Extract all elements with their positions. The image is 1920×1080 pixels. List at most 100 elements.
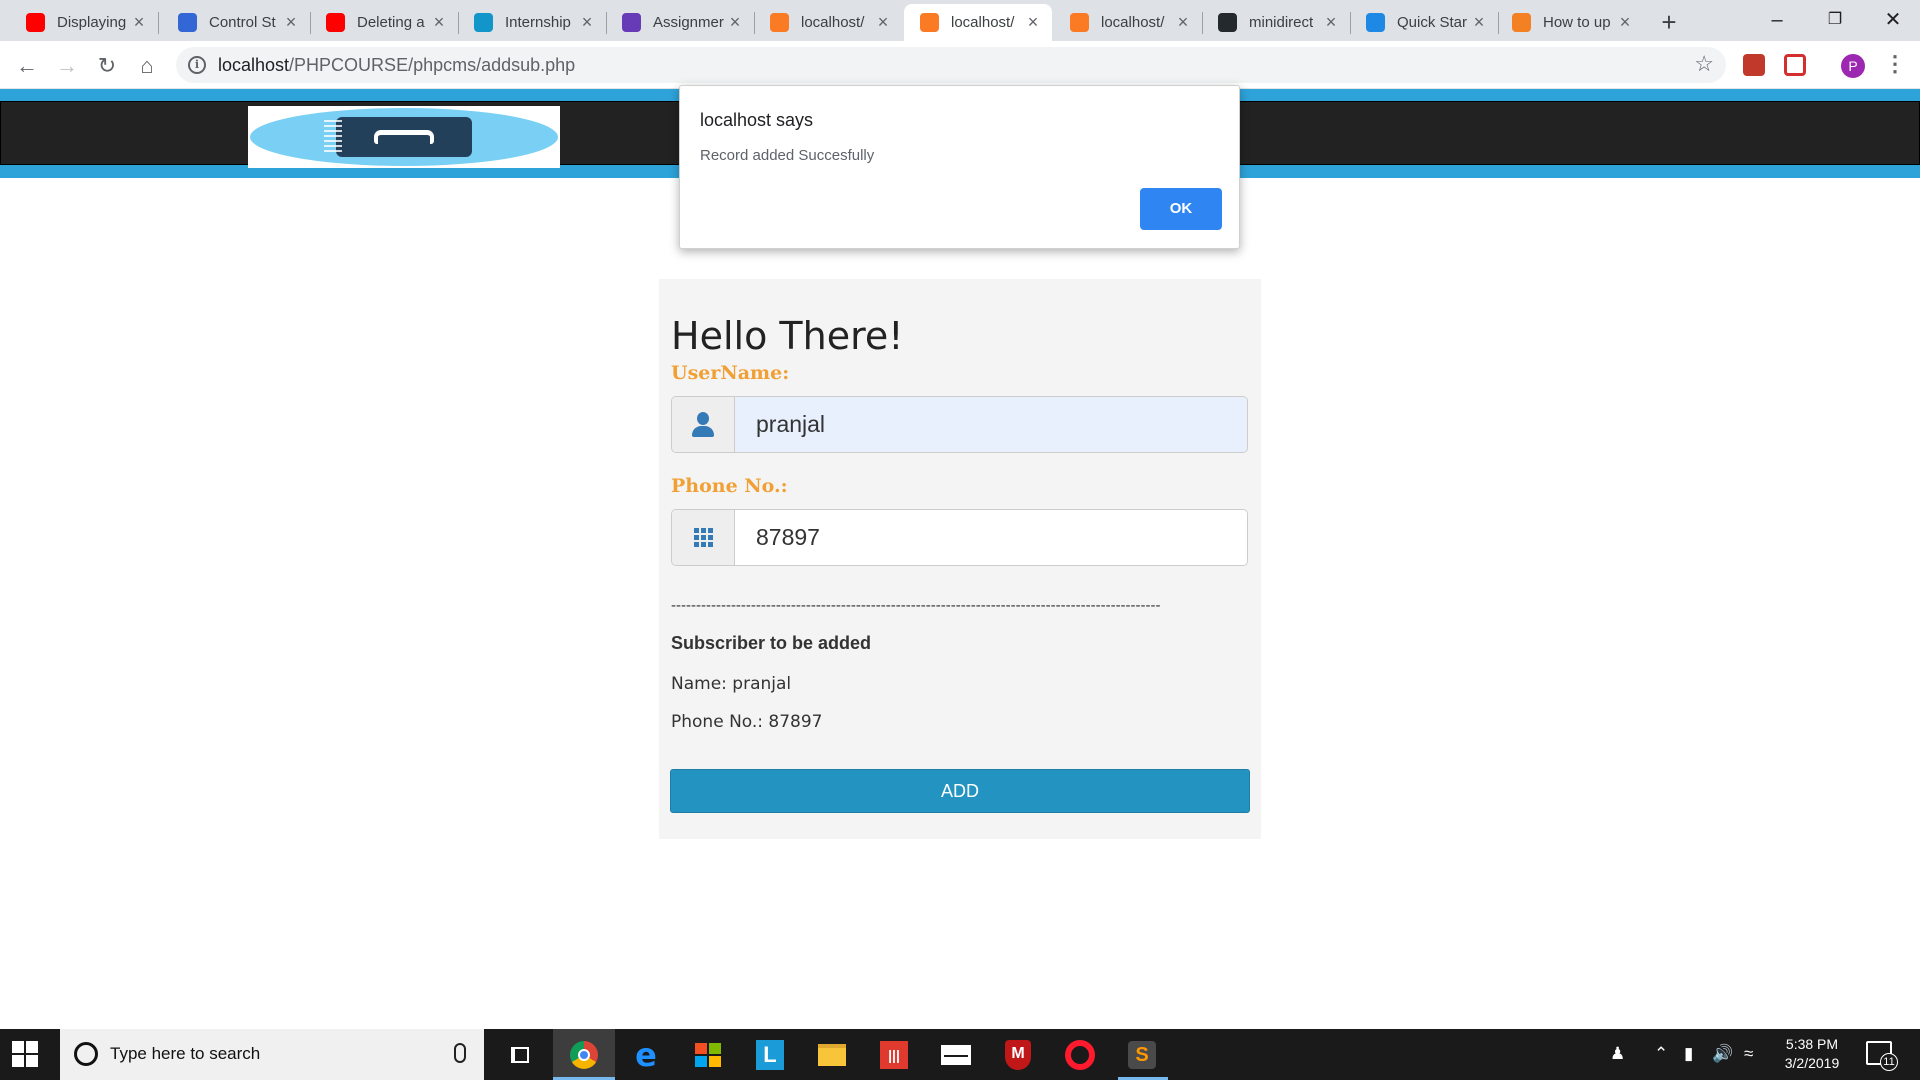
tab-close-icon[interactable]: × (1322, 12, 1340, 33)
action-center-icon[interactable]: 11 (1866, 1041, 1898, 1071)
notification-count-badge: 11 (1880, 1053, 1898, 1071)
volume-icon[interactable]: 🔊 (1712, 1044, 1733, 1064)
tab-title: Internship (505, 14, 571, 31)
browser-tab[interactable]: localhost/ × (754, 4, 902, 41)
site-logo[interactable] (248, 106, 560, 168)
mcafee-icon[interactable]: M (1000, 1037, 1036, 1073)
tab-close-icon[interactable]: × (130, 12, 148, 33)
logo-handset-icon (374, 130, 434, 144)
phone-label: Phone No.: (671, 475, 788, 497)
browser-tab[interactable]: Deleting a × (310, 4, 458, 41)
tab-close-icon[interactable]: × (1616, 12, 1634, 33)
tab-close-icon[interactable]: × (578, 12, 596, 33)
username-input-group: pranjal (671, 396, 1248, 453)
media-app-icon[interactable]: ||| (876, 1037, 912, 1073)
taskbar-clock[interactable]: 5:38 PM 3/2/2019 (1780, 1035, 1844, 1073)
tab-title: How to up (1543, 14, 1611, 31)
alert-dialog: localhost says Record added Succesfully … (679, 85, 1240, 249)
bootstrap-icon (1366, 13, 1385, 32)
summary-phone: Phone No.: 87897 (671, 712, 823, 732)
logo-motion-lines (324, 120, 342, 154)
xampp-icon (1070, 13, 1089, 32)
url-path: /PHPCOURSE/phpcms/addsub.php (289, 55, 576, 75)
phone-input[interactable]: 87897 (735, 510, 1247, 565)
browser-tab[interactable]: Internship × (458, 4, 606, 41)
profile-avatar[interactable]: P (1841, 54, 1865, 78)
browser-tabstrip: + – ❐ ✕ Displaying × Control St × Deleting a… (0, 0, 1920, 41)
maximize-button[interactable]: ❐ (1806, 2, 1864, 38)
chrome-menu-icon[interactable]: ⋮ (1884, 51, 1906, 77)
mail-icon[interactable] (938, 1037, 974, 1073)
tab-close-icon[interactable]: × (1470, 12, 1488, 33)
pocket-extension-icon[interactable] (1784, 54, 1806, 76)
alert-message: Record added Succesfully (700, 147, 875, 164)
microphone-icon[interactable] (454, 1043, 466, 1063)
people-icon[interactable]: ♟ (1610, 1044, 1625, 1064)
tab-close-icon[interactable]: × (282, 12, 300, 33)
tab-title: localhost/ (1101, 14, 1165, 31)
forms-icon (622, 13, 641, 32)
keypad-icon (672, 510, 735, 565)
battery-icon[interactable]: ▮ (1684, 1044, 1693, 1064)
launcher-l-icon[interactable]: L (752, 1037, 788, 1073)
file-explorer-icon[interactable] (814, 1037, 850, 1073)
tab-close-icon[interactable]: × (874, 12, 892, 33)
infinity-icon (178, 13, 197, 32)
tab-close-icon[interactable]: × (1174, 12, 1192, 33)
username-input[interactable]: pranjal (735, 397, 1247, 452)
chrome-icon[interactable] (566, 1037, 602, 1073)
back-icon[interactable]: ← (12, 51, 42, 81)
sublime-text-icon[interactable]: S (1124, 1037, 1160, 1073)
tab-title: localhost/ (801, 14, 865, 31)
home-icon[interactable]: ⌂ (132, 51, 162, 81)
add-button[interactable]: ADD (670, 769, 1250, 813)
clock-date: 3/2/2019 (1784, 1055, 1840, 1071)
minimize-button[interactable]: – (1748, 2, 1806, 38)
forward-icon[interactable]: → (52, 51, 82, 81)
tab-close-icon[interactable]: × (726, 12, 744, 33)
browser-tab[interactable]: Control St × (162, 4, 310, 41)
task-view-icon[interactable] (502, 1037, 538, 1073)
tab-title: minidirect (1249, 14, 1314, 31)
stackoverflow-icon (1512, 13, 1531, 32)
browser-toolbar: ← → ↻ ⌂ i localhost/PHPCOURSE/phpcms/add… (0, 41, 1920, 89)
tab-title: Displaying (57, 14, 127, 31)
taskbar-search-box[interactable]: Type here to search (60, 1029, 484, 1080)
browser-tab[interactable]: How to up × (1496, 4, 1644, 41)
username-label: UserName: (671, 362, 790, 384)
browser-tab[interactable]: Assignmer × (606, 4, 754, 41)
xampp-icon (770, 13, 789, 32)
clock-time: 5:38 PM (1785, 1036, 1839, 1052)
opera-icon[interactable] (1062, 1037, 1098, 1073)
youtube-icon (26, 13, 45, 32)
wifi-icon[interactable]: ≈ (1744, 1044, 1753, 1064)
cortana-icon (74, 1042, 98, 1066)
reload-icon[interactable]: ↻ (92, 51, 122, 81)
show-hidden-icons-chevron-icon[interactable]: ⌃ (1654, 1044, 1668, 1064)
pdf-extension-icon[interactable] (1743, 54, 1765, 76)
store-icon[interactable] (690, 1037, 726, 1073)
browser-tab[interactable]: minidirect × (1202, 4, 1350, 41)
edge-icon[interactable]: e (628, 1037, 664, 1073)
alert-title: localhost says (700, 110, 814, 130)
browser-tab[interactable]: localhost/ × (904, 4, 1052, 41)
new-tab-button[interactable]: + (1654, 7, 1684, 37)
start-button[interactable] (12, 1041, 38, 1067)
bookmark-star-icon[interactable]: ☆ (1694, 51, 1714, 77)
browser-tab[interactable]: localhost/ × (1054, 4, 1202, 41)
tab-title: Assignmer (653, 14, 724, 31)
tab-title: Deleting a (357, 14, 425, 31)
youtube-icon (326, 13, 345, 32)
tab-close-icon[interactable]: × (1024, 12, 1042, 33)
dashed-divider: ----------------------------------------… (671, 597, 1161, 614)
alert-ok-button[interactable]: OK (1140, 188, 1222, 230)
tab-close-icon[interactable]: × (430, 12, 448, 33)
browser-tab[interactable]: Displaying × (10, 4, 158, 41)
close-window-button[interactable]: ✕ (1864, 2, 1920, 38)
phone-input-group: 87897 (671, 509, 1248, 566)
summary-title: Subscriber to be added (671, 633, 872, 653)
browser-tab[interactable]: Quick Star × (1350, 4, 1498, 41)
windows-taskbar: Type here to search e L ||| M S ♟ ⌃ ▮ 🔊 … (0, 1029, 1920, 1080)
site-info-icon[interactable]: i (188, 56, 206, 74)
address-bar[interactable]: i localhost/PHPCOURSE/phpcms/addsub.php … (176, 47, 1726, 83)
